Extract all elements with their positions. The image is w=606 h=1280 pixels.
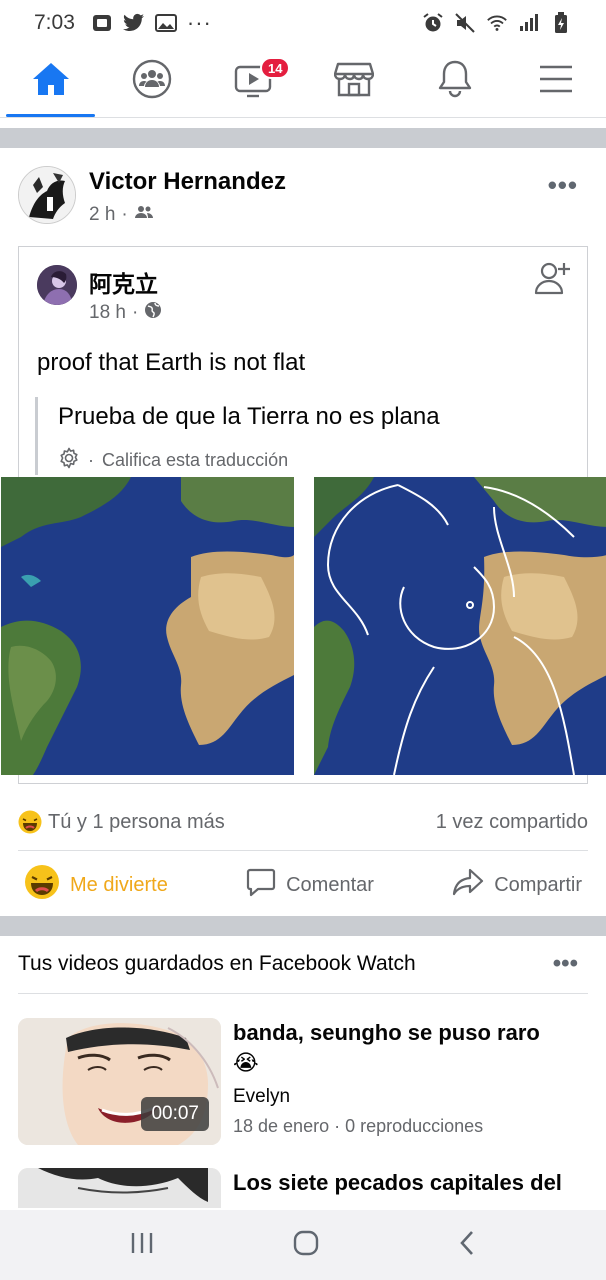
laughing-emoji-icon [24,864,60,906]
shared-post[interactable]: 阿克立 18 h · proof that Earth is not flat … [1,246,606,784]
wifi-icon [486,12,508,34]
post-header: Victor Hernandez 2 h · ••• [0,148,606,238]
post-more-options-button[interactable]: ••• [548,170,578,201]
gallery-notification-icon [154,12,177,34]
messenger-notification-icon [91,12,113,34]
comment-button[interactable]: Comentar [246,867,374,903]
shared-post-meta: 18 h · [89,301,162,325]
shared-post-time[interactable]: 18 h [89,302,126,324]
saved-divider [18,993,588,994]
comment-bubble-icon [246,867,276,903]
tab-watch[interactable]: 14 [202,46,303,117]
twitter-notification-icon [122,12,145,34]
signal-icon [518,12,540,34]
share-arrow-icon [452,867,484,903]
tab-notifications[interactable] [404,46,505,117]
gear-icon [58,447,80,474]
post-actions: Me divierte Comentar Compartir [18,856,588,914]
video-title[interactable]: Los siete pecados capitales del [233,1168,578,1198]
video-duration: 00:07 [141,1097,209,1131]
reactions-text[interactable]: Tú y 1 persona más [48,811,225,834]
post-time[interactable]: 2 h [89,204,115,226]
post-meta: 2 h · [89,204,154,226]
video-thumbnail[interactable] [18,1168,221,1208]
back-button[interactable] [457,1229,477,1262]
tab-home[interactable] [0,46,101,117]
friends-audience-icon [134,204,154,226]
android-navigation-bar [0,1210,606,1280]
recent-apps-button[interactable] [129,1231,155,1260]
video-meta: 18 de enero · 0 reproducciones [233,1116,484,1136]
shared-author-name[interactable]: 阿克立 [89,265,158,299]
mute-icon [454,12,476,34]
feed-separator [0,128,606,148]
saved-video-item[interactable]: 00:07 banda, seungho se puso raro 😭 Evel… [18,1018,588,1148]
saved-videos-more-button[interactable]: ••• [553,950,578,978]
rate-translation-row[interactable]: · Califica esta traducción [58,447,455,474]
shares-count[interactable]: 1 vez compartido [436,811,588,834]
comment-label: Comentar [286,873,374,896]
hamburger-menu-icon [538,64,574,99]
share-button[interactable]: Compartir [452,867,582,903]
add-friend-button[interactable] [533,259,573,299]
saved-video-item[interactable]: Los siete pecados capitales del [18,1168,588,1208]
earth-map-image-right[interactable] [314,477,606,775]
feed-separator-2 [0,916,606,936]
marketplace-store-icon [333,60,374,103]
tab-groups[interactable] [101,46,202,117]
home-icon [32,61,70,102]
groups-icon [132,59,172,104]
reactions-divider [18,850,588,851]
saved-videos-section: Tus videos guardados en Facebook Watch •… [0,936,606,1208]
add-friend-icon [533,262,573,303]
bell-icon [437,59,473,104]
laugh-label: Me divierte [70,873,168,896]
crying-emoji: 😭 [233,1050,259,1075]
post-author-name[interactable]: Victor Hernandez [89,168,286,196]
battery-icon [550,12,572,34]
alarm-icon [422,12,444,34]
video-thumbnail[interactable]: 00:07 [18,1018,221,1145]
status-time: 7:03 [34,11,75,34]
earth-map-image-left[interactable] [1,477,294,775]
tab-menu[interactable] [505,46,606,117]
rate-translation-link[interactable]: Califica esta traducción [102,450,288,471]
globe-public-icon [144,301,162,325]
translated-text: Prueba de que la Tierra no es plana [58,403,440,430]
saved-videos-title[interactable]: Tus videos guardados en Facebook Watch [18,952,416,976]
shared-author-avatar[interactable] [37,265,77,305]
translation-block: Prueba de que la Tierra no es plana · Ca… [35,397,455,475]
watch-notification-badge: 14 [260,57,291,79]
author-avatar[interactable] [18,166,76,224]
video-title[interactable]: banda, seungho se puso raro 😭 [233,1018,578,1078]
more-notifications-indicator: ··· [186,10,212,35]
top-tab-bar: 14 [0,46,606,118]
video-author[interactable]: Evelyn [233,1086,290,1108]
laugh-reaction-button[interactable]: Me divierte [24,864,168,906]
laughing-reaction-icon [18,810,42,834]
status-bar: 7:03 ··· [0,0,606,46]
home-button[interactable] [292,1229,320,1262]
feed-post: Victor Hernandez 2 h · ••• 阿克立 18 h · pr… [0,148,606,899]
post-images [1,477,606,775]
share-label: Compartir [494,873,582,896]
tab-marketplace[interactable] [303,46,404,117]
reactions-summary: Tú y 1 persona más 1 vez compartido [18,802,588,842]
post-text: proof that Earth is not flat [37,349,306,376]
